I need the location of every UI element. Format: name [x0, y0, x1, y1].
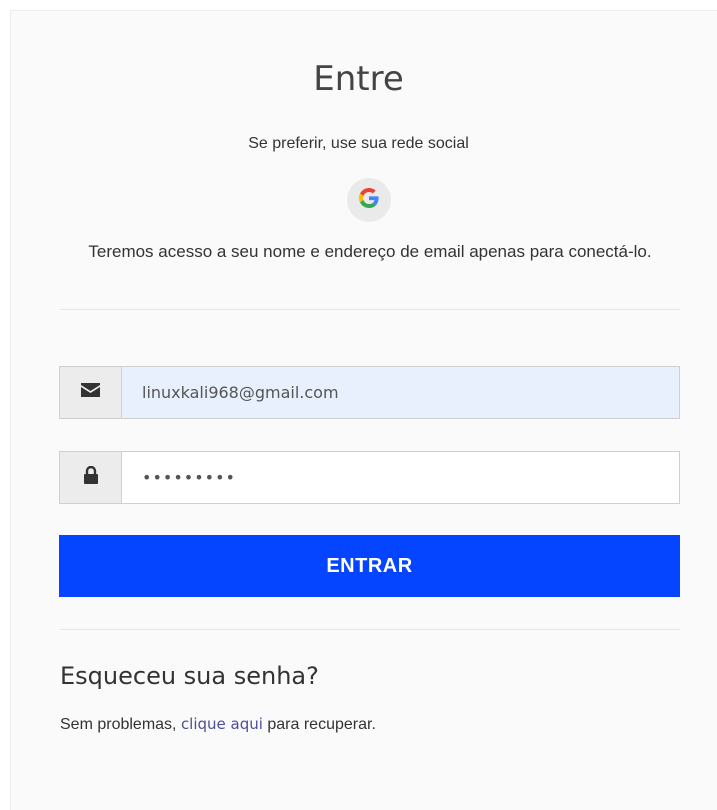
login-submit-button[interactable]: ENTRAR [59, 535, 680, 597]
divider [60, 629, 680, 630]
page-title: Entre [313, 59, 404, 99]
google-login-button[interactable] [347, 178, 391, 222]
privacy-note: Teremos acesso a seu nome e endereço de … [88, 242, 652, 261]
email-field[interactable] [121, 366, 680, 419]
forgot-text-before: Sem problemas, [60, 716, 181, 733]
email-addon [59, 366, 121, 419]
google-icon [359, 187, 379, 213]
password-addon [59, 451, 121, 504]
password-field[interactable] [121, 451, 680, 504]
divider [60, 309, 680, 310]
forgot-text-after: para recuperar. [262, 716, 376, 733]
email-input-group [59, 366, 680, 419]
forgot-password-text: Sem problemas, clique aqui para recupera… [60, 713, 376, 736]
forgot-password-title: Esqueceu sua senha? [60, 662, 319, 690]
password-input-group [59, 451, 680, 504]
recover-password-link[interactable]: clique aqui [181, 715, 263, 733]
lock-icon [83, 465, 98, 489]
social-login-prompt: Se preferir, use sua rede social [248, 135, 469, 152]
envelope-icon [81, 383, 100, 402]
